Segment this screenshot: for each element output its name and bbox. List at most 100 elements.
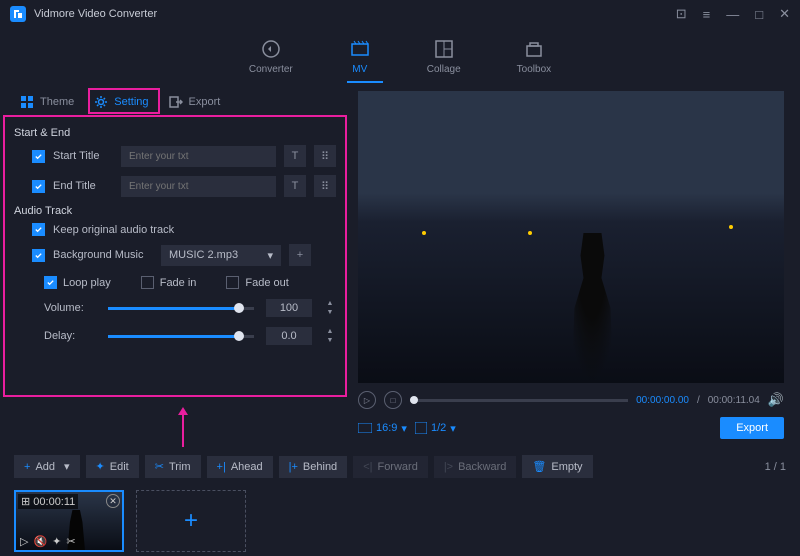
export-icon: [169, 95, 183, 109]
chevron-down-icon: ▾: [450, 422, 456, 435]
section-start-end: Start & End: [14, 127, 336, 139]
value-delay[interactable]: 0.0: [266, 327, 312, 345]
text-style-button-2[interactable]: T: [284, 175, 306, 197]
dropdown-music-file[interactable]: MUSIC 2.mp3 ▾: [161, 245, 281, 266]
scissors-icon: ✂: [155, 460, 164, 473]
chevron-down-icon: ▾: [64, 460, 70, 473]
tab-setting[interactable]: Setting: [84, 91, 158, 113]
empty-button[interactable]: 🗑Empty: [522, 455, 592, 478]
volume-icon[interactable]: 🔊: [768, 392, 784, 408]
page-icon: [415, 422, 427, 434]
trash-icon: 🗑: [532, 460, 546, 473]
value-volume[interactable]: 100: [266, 299, 312, 317]
wand-icon[interactable]: ✦: [52, 535, 61, 548]
pagination: 1 / 1: [765, 461, 786, 473]
label-volume: Volume:: [44, 302, 96, 314]
checkbox-fade-in[interactable]: [141, 276, 154, 289]
chevron-down-icon: ▾: [401, 422, 407, 435]
stop-button[interactable]: □: [384, 391, 402, 409]
clip-thumbnail[interactable]: ⊞ 00:00:11 ✕ ▷ 🔇 ✦ ✂: [14, 490, 124, 552]
add-clip-button[interactable]: +: [136, 490, 246, 552]
mv-icon: [349, 38, 371, 60]
section-audio: Audio Track: [14, 205, 336, 217]
input-start-title[interactable]: [121, 146, 276, 167]
maximize-icon[interactable]: □: [755, 7, 763, 22]
main-nav: Converter MV Collage Toolbox: [0, 28, 800, 81]
trim-button[interactable]: ✂Trim: [145, 455, 201, 478]
nav-mv[interactable]: MV: [341, 34, 379, 79]
annotation-arrow: [176, 407, 190, 450]
label-end-title: End Title: [53, 180, 113, 192]
app-logo: [10, 6, 26, 22]
edit-button[interactable]: ✦Edit: [86, 455, 139, 478]
chevron-down-icon: ▾: [267, 249, 273, 262]
progress-bar[interactable]: [410, 399, 628, 402]
ahead-button[interactable]: +|Ahead: [207, 456, 273, 478]
delay-up-icon[interactable]: ▲: [324, 327, 336, 336]
checkbox-bg-music[interactable]: [32, 249, 45, 262]
gear-icon: [94, 95, 108, 109]
add-music-button[interactable]: +: [289, 244, 311, 266]
tab-theme[interactable]: Theme: [10, 91, 84, 113]
play-icon[interactable]: ▷: [20, 535, 28, 548]
minimize-icon[interactable]: —: [726, 7, 739, 22]
nav-toolbox[interactable]: Toolbox: [509, 34, 559, 79]
text-options-button[interactable]: ⠿: [314, 145, 336, 167]
converter-icon: [260, 38, 282, 60]
current-time: 00:00:00.00: [636, 395, 689, 406]
duration: 00:00:11.04: [708, 395, 760, 406]
checkbox-loop-play[interactable]: [44, 276, 57, 289]
scissors-icon[interactable]: ✂: [66, 535, 75, 548]
label-fade-in: Fade in: [160, 277, 197, 289]
tab-export[interactable]: Export: [159, 91, 231, 113]
mute-icon[interactable]: 🔇: [33, 535, 47, 548]
theme-icon: [20, 95, 34, 109]
backward-button[interactable]: |>Backward: [434, 456, 517, 478]
feedback-icon[interactable]: ⊡: [676, 6, 687, 22]
nav-underline: [347, 81, 383, 83]
label-start-title: Start Title: [53, 150, 113, 162]
app-title: Vidmore Video Converter: [34, 8, 157, 20]
close-icon[interactable]: ✕: [779, 6, 790, 22]
aspect-icon: [358, 423, 372, 433]
add-button[interactable]: +Add▾: [14, 455, 80, 478]
plus-icon: +: [184, 507, 198, 535]
nav-collage[interactable]: Collage: [419, 34, 469, 79]
export-button[interactable]: Export: [720, 417, 784, 439]
nav-converter[interactable]: Converter: [241, 34, 301, 79]
checkbox-keep-original[interactable]: [32, 223, 45, 236]
behind-button[interactable]: |+Behind: [279, 456, 348, 478]
slider-volume[interactable]: [108, 307, 254, 310]
toolbox-icon: [523, 38, 545, 60]
text-style-button[interactable]: T: [284, 145, 306, 167]
volume-down-icon[interactable]: ▼: [324, 308, 336, 317]
aspect-ratio-button[interactable]: 16:9 ▾: [358, 422, 407, 435]
wand-icon: ✦: [96, 460, 105, 473]
label-delay: Delay:: [44, 330, 96, 342]
input-end-title[interactable]: [121, 176, 276, 197]
play-button[interactable]: ▷: [358, 391, 376, 409]
volume-up-icon[interactable]: ▲: [324, 299, 336, 308]
checkbox-end-title[interactable]: [32, 180, 45, 193]
thumb-remove-button[interactable]: ✕: [106, 494, 120, 508]
checkbox-start-title[interactable]: [32, 150, 45, 163]
backward-icon: |>: [444, 461, 453, 473]
label-keep-original: Keep original audio track: [53, 224, 174, 236]
behind-icon: |+: [289, 461, 298, 473]
video-preview[interactable]: [358, 91, 784, 383]
label-fade-out: Fade out: [245, 277, 288, 289]
text-options-button-2[interactable]: ⠿: [314, 175, 336, 197]
titlebar: Vidmore Video Converter ⊡ ≡ — □ ✕: [0, 0, 800, 28]
plus-icon: +: [24, 461, 30, 473]
forward-icon: <|: [363, 461, 372, 473]
label-bg-music: Background Music: [53, 249, 153, 261]
label-loop-play: Loop play: [63, 277, 111, 289]
thumb-duration: ⊞ 00:00:11: [18, 494, 78, 509]
slider-delay[interactable]: [108, 335, 254, 338]
delay-down-icon[interactable]: ▼: [324, 336, 336, 345]
checkbox-fade-out[interactable]: [226, 276, 239, 289]
page-selector[interactable]: 1/2 ▾: [415, 422, 456, 435]
collage-icon: [433, 38, 455, 60]
forward-button[interactable]: <|Forward: [353, 456, 428, 478]
menu-icon[interactable]: ≡: [703, 7, 711, 22]
